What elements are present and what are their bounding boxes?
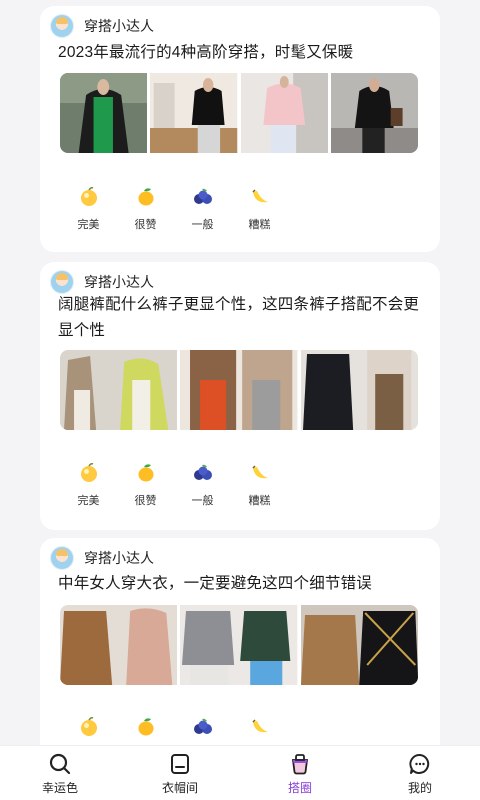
lemon-icon (138, 464, 153, 482)
search-icon (49, 753, 71, 775)
author[interactable]: 穿搭小达人 (50, 14, 154, 38)
orange-icon (80, 463, 97, 482)
post-photo[interactable] (330, 73, 418, 153)
author[interactable]: 穿搭小达人 (50, 546, 154, 570)
rating-perfect[interactable]: 完美 (60, 462, 117, 508)
rating-options: 完美 很赞 一般 糟糕 (60, 186, 288, 232)
rating-great[interactable]: 很赞 (117, 462, 174, 508)
photo-strip[interactable] (60, 350, 418, 430)
rating-bad[interactable]: 糟糕 (231, 186, 288, 232)
lemon-icon (138, 188, 153, 206)
post-photo[interactable] (240, 73, 328, 153)
banana-icon (251, 465, 268, 479)
rating-label: 糟糕 (248, 495, 271, 507)
post-card[interactable]: 穿搭小达人 阔腿裤配什么裤子更显个性，这四条裤子搭配不会更显个性 完美 很赞 一… (40, 262, 440, 530)
tab-outfit-circle[interactable]: 搭圈 (240, 746, 360, 800)
avatar[interactable] (50, 546, 74, 570)
coffee-cup-icon (291, 754, 309, 775)
post-title[interactable]: 阔腿裤配什么裤子更显个性，这四条裤子搭配不会更显个性 (58, 292, 424, 344)
chat-icon (409, 754, 430, 774)
banana-icon (251, 719, 268, 733)
blueberry-icon (193, 718, 212, 734)
orange-icon (80, 717, 97, 736)
post-card[interactable]: 穿搭小达人 2023年最流行的4种高阶穿搭，时髦又保暖 完美 很赞 一般 糟糕 (40, 6, 440, 252)
post-photo[interactable] (300, 350, 418, 430)
post-photo[interactable] (60, 73, 148, 153)
tab-lucky-color[interactable]: 幸运色 (0, 746, 120, 800)
tab-label: 搭圈 (287, 781, 312, 795)
rating-perfect[interactable]: 完美 (60, 186, 117, 232)
blueberry-icon (193, 464, 212, 480)
rating-label: 很赞 (134, 495, 157, 507)
rating-average[interactable]: 一般 (174, 186, 231, 232)
rating-great[interactable]: 很赞 (117, 186, 174, 232)
post-title[interactable]: 2023年最流行的4种高阶穿搭，时髦又保暖 (58, 40, 424, 66)
author-name[interactable]: 穿搭小达人 (84, 16, 154, 36)
rating-label: 一般 (191, 219, 214, 231)
author-name[interactable]: 穿搭小达人 (84, 272, 154, 292)
rating-label: 很赞 (134, 219, 157, 231)
rating-options: 完美 很赞 一般 糟糕 (60, 716, 288, 745)
photo-strip[interactable] (60, 73, 418, 153)
rating-label: 一般 (191, 495, 214, 507)
orange-icon (80, 187, 97, 206)
post-title[interactable]: 中年女人穿大衣，一定要避免这四个细节错误 (58, 571, 424, 597)
rating-label: 完美 (77, 495, 100, 507)
rating-bad[interactable]: 糟糕 (231, 462, 288, 508)
rating-label: 糟糕 (248, 219, 271, 231)
blueberry-icon (193, 188, 212, 204)
tab-label: 幸运色 (41, 781, 78, 795)
post-photo[interactable] (300, 605, 418, 685)
post-photo[interactable] (150, 73, 238, 153)
rating-label: 完美 (77, 219, 100, 231)
author-name[interactable]: 穿搭小达人 (84, 548, 154, 568)
rating-bad[interactable]: 糟糕 (231, 716, 288, 745)
rating-average[interactable]: 一般 (174, 462, 231, 508)
post-card[interactable]: 穿搭小达人 中年女人穿大衣，一定要避免这四个细节错误 (40, 538, 440, 745)
tab-profile[interactable]: 我的 (360, 746, 480, 800)
rating-great[interactable]: 很赞 (117, 716, 174, 745)
rating-average[interactable]: 一般 (174, 716, 231, 745)
post-photo[interactable] (180, 605, 298, 685)
avatar[interactable] (50, 14, 74, 38)
photo-strip[interactable] (60, 605, 418, 685)
tab-wardrobe[interactable]: 衣帽间 (120, 746, 240, 800)
rating-perfect[interactable]: 完美 (60, 716, 117, 745)
tab-label: 我的 (407, 781, 432, 795)
post-photo[interactable] (60, 605, 178, 685)
wardrobe-icon (171, 754, 189, 774)
author[interactable]: 穿搭小达人 (50, 270, 154, 294)
rating-options: 完美 很赞 一般 糟糕 (60, 462, 288, 508)
tab-label: 衣帽间 (161, 781, 198, 795)
lemon-icon (138, 718, 153, 736)
banana-icon (251, 189, 268, 203)
feed: 穿搭小达人 2023年最流行的4种高阶穿搭，时髦又保暖 完美 很赞 一般 糟糕 … (0, 0, 480, 745)
bottom-tab-bar: 幸运色 衣帽间 搭圈 我的 (0, 745, 480, 800)
post-photo[interactable] (60, 350, 178, 430)
post-photo[interactable] (180, 350, 298, 430)
avatar[interactable] (50, 270, 74, 294)
